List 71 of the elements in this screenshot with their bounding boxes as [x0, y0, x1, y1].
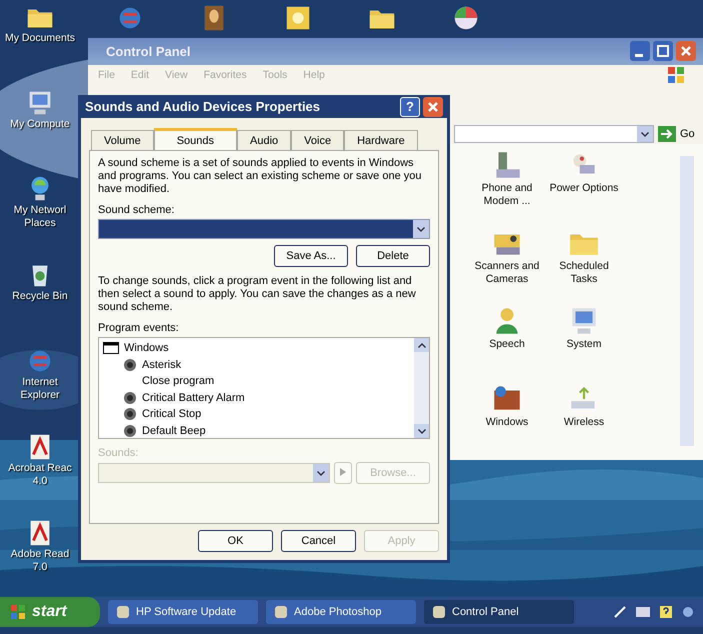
speaker-icon [123, 358, 137, 372]
field-label: Sounds: [98, 447, 140, 459]
tab[interactable]: Hardware [344, 130, 418, 150]
control-panel-item-label[interactable]: Speech [489, 338, 525, 351]
control-panel-item-label[interactable]: Windows [486, 416, 528, 429]
desktop-icon-label[interactable]: My Networl Places [14, 204, 66, 230]
tree-item[interactable]: Default Beep [142, 424, 206, 437]
windows-logo-icon [10, 604, 26, 620]
field-label: Program events: [98, 322, 180, 334]
speaker-icon [123, 390, 137, 405]
taskbar-button[interactable]: HP Software Update [108, 600, 258, 624]
caret-icon [417, 226, 425, 232]
desktop-icon-label[interactable]: My Compute [10, 118, 70, 131]
app-icon [116, 605, 130, 619]
instruction-text: To change sounds, click a program event in the following list and then select a sound to apply. You can save the changes as a new sound scheme. [98, 275, 417, 314]
description-text: A sound scheme is a set of sounds applied to events in Windows and programs. You can select an existing scheme or save one you have modified. [98, 157, 422, 196]
caret-icon [317, 470, 325, 476]
app-icon [274, 605, 288, 619]
dialog-button[interactable]: Save As... [274, 245, 348, 267]
pen-icon[interactable] [613, 605, 627, 619]
control-panel-item-label[interactable]: System [566, 338, 602, 351]
control-panel-item-label[interactable]: Wireless [564, 416, 604, 429]
scrollbar[interactable] [680, 156, 694, 446]
caret-icon [641, 132, 649, 137]
control-panel-item-label[interactable]: Power Options [550, 182, 618, 195]
help-button[interactable]: ? [400, 96, 420, 116]
dialog-button[interactable]: Cancel [281, 530, 356, 552]
speaker-icon [123, 407, 137, 422]
taskbar-button[interactable]: Adobe Photoshop [266, 600, 416, 624]
tree-item[interactable]: Critical Battery Alarm [142, 392, 245, 404]
windows-logo-icon [666, 64, 686, 85]
caret-icon [418, 428, 426, 434]
desktop-icon-label[interactable]: Internet Explorer [20, 376, 60, 402]
field-label: Sound scheme: [98, 204, 176, 216]
go-button[interactable]: Go [658, 126, 700, 142]
control-panel-item-label[interactable]: Scheduled Tasks [559, 260, 609, 286]
tab[interactable]: Sounds [154, 128, 238, 150]
close-icon[interactable] [423, 96, 443, 116]
scrollbar[interactable] [414, 338, 429, 438]
dialog-button[interactable]: OK [198, 530, 273, 552]
monitor-icon[interactable] [635, 605, 651, 619]
desktop-icon-label[interactable]: Acrobat Reac 4.0 [8, 462, 72, 488]
app-icon [432, 605, 446, 619]
caret-icon [418, 342, 426, 348]
maximize-icon[interactable] [653, 41, 673, 62]
speaker-icon [123, 424, 137, 438]
tree-item[interactable]: Critical Stop [142, 408, 202, 420]
tree-item[interactable]: Asterisk [142, 358, 182, 371]
start-button[interactable]: start [0, 597, 100, 627]
taskbar-button[interactable]: Control Panel [424, 600, 574, 624]
desktop-icon-label[interactable]: Recycle Bin [12, 290, 68, 303]
window-icon [103, 342, 119, 354]
minimize-icon[interactable] [630, 41, 650, 62]
help-icon[interactable] [659, 605, 673, 619]
control-panel-item-label[interactable]: Phone and Modem ... [482, 182, 532, 208]
window-title: Control Panel [106, 44, 192, 59]
desktop-icon-label[interactable]: My Documents [4, 32, 76, 45]
sound-scheme-dropdown[interactable] [98, 219, 430, 239]
network-icon[interactable] [681, 605, 695, 619]
dialog-title: Sounds and Audio Devices Properties [85, 99, 322, 114]
tree-item[interactable]: Windows [124, 342, 169, 354]
control-panel-item-label[interactable]: Scanners and Cameras [474, 260, 540, 286]
tab[interactable]: Volume [91, 130, 154, 150]
tree-item[interactable]: Close program [142, 375, 214, 388]
tab[interactable]: Audio [237, 130, 292, 150]
tab[interactable]: Voice [291, 130, 344, 150]
desktop-icon-label[interactable]: Adobe Read 7.0 [10, 548, 70, 574]
address-field[interactable] [454, 125, 654, 144]
play-icon [340, 468, 346, 476]
program-events-list[interactable]: Windows Asterisk Close program Critical Battery Alarm Critical Stop Default Beep [98, 337, 430, 439]
dialog-button[interactable]: Delete [356, 245, 430, 267]
